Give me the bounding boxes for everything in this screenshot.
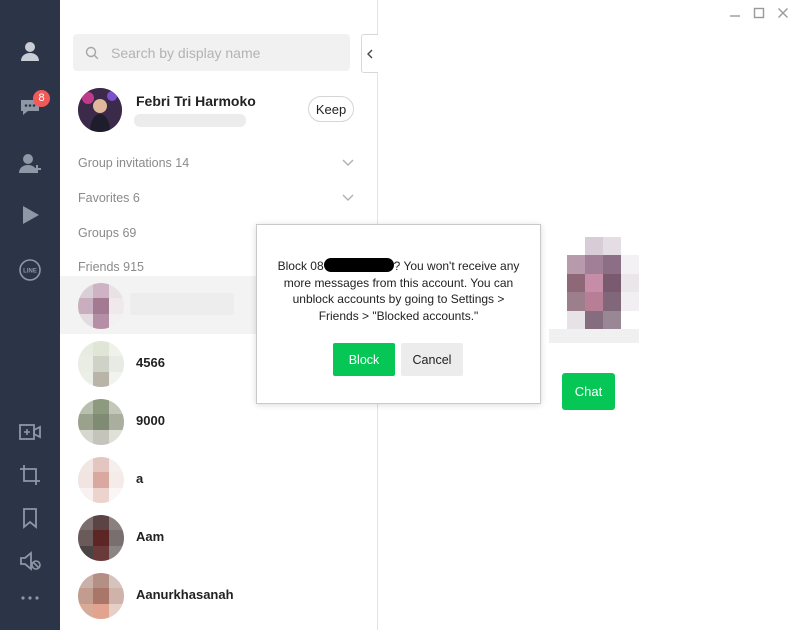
friend-name: 4566 [136, 355, 165, 370]
unread-badge: 8 [33, 90, 50, 107]
minimize-icon[interactable] [728, 6, 742, 20]
section-group-invitations[interactable]: Group invitations 14 [78, 156, 189, 170]
chevron-down-icon[interactable] [342, 194, 354, 202]
dialog-message-part1: Block 08 [277, 259, 324, 273]
more-icon[interactable] [15, 583, 45, 613]
crop-icon[interactable] [15, 460, 45, 490]
friend-avatar [78, 341, 124, 387]
person-icon[interactable] [15, 36, 45, 66]
section-groups[interactable]: Groups 69 [78, 226, 136, 240]
section-favorites[interactable]: Favorites 6 [78, 191, 140, 205]
friend-avatar [78, 573, 124, 619]
friend-avatar [78, 283, 124, 329]
left-rail: 8 LINE [0, 0, 60, 630]
close-icon[interactable] [776, 6, 790, 20]
friend-avatar [78, 399, 124, 445]
cancel-button[interactable]: Cancel [401, 343, 463, 376]
maximize-icon[interactable] [752, 6, 766, 20]
bookmark-icon[interactable] [15, 503, 45, 533]
friend-name-blurred [130, 293, 234, 315]
keep-button[interactable]: Keep [308, 96, 354, 122]
profile-name-blurred [549, 329, 639, 343]
friend-name: Aanurkhasanah [136, 587, 234, 602]
redacted-account-name [323, 258, 394, 272]
block-button[interactable]: Block [333, 343, 395, 376]
search-icon [85, 46, 99, 59]
mute-icon[interactable] [15, 546, 45, 576]
friend-name: 9000 [136, 413, 165, 428]
line-icon[interactable]: LINE [15, 255, 45, 285]
friend-avatar [78, 457, 124, 503]
block-confirm-dialog: Block 08? You won't receive any more mes… [256, 224, 541, 404]
search-input[interactable] [109, 43, 333, 62]
chevron-down-icon[interactable] [342, 159, 354, 167]
my-status-message-blurred [134, 114, 246, 127]
section-friends[interactable]: Friends 915 [78, 260, 144, 274]
my-display-name: Febri Tri Harmoko [136, 93, 256, 109]
chevron-left-icon [367, 49, 373, 58]
dialog-message: Block 08? You won't receive any more mes… [271, 258, 526, 324]
search-bar[interactable] [73, 34, 350, 71]
friend-avatar [78, 515, 124, 561]
my-avatar[interactable] [78, 88, 122, 132]
my-profile-row[interactable]: Febri Tri Harmoko Keep [78, 85, 358, 135]
profile-picture-blurred [549, 237, 639, 329]
svg-text:LINE: LINE [23, 269, 37, 275]
video-call-icon[interactable] [15, 417, 45, 447]
collapse-list-button[interactable] [361, 34, 378, 73]
chat-button[interactable]: Chat [562, 373, 615, 410]
friend-row[interactable]: Aanurkhasanah [60, 566, 377, 624]
friend-row[interactable]: a [60, 450, 377, 508]
play-icon[interactable] [15, 200, 45, 230]
friend-name: a [136, 471, 144, 486]
friend-name: Aam [136, 529, 165, 544]
friend-row[interactable]: Aam [60, 508, 377, 566]
add-friend-icon[interactable] [15, 148, 45, 178]
